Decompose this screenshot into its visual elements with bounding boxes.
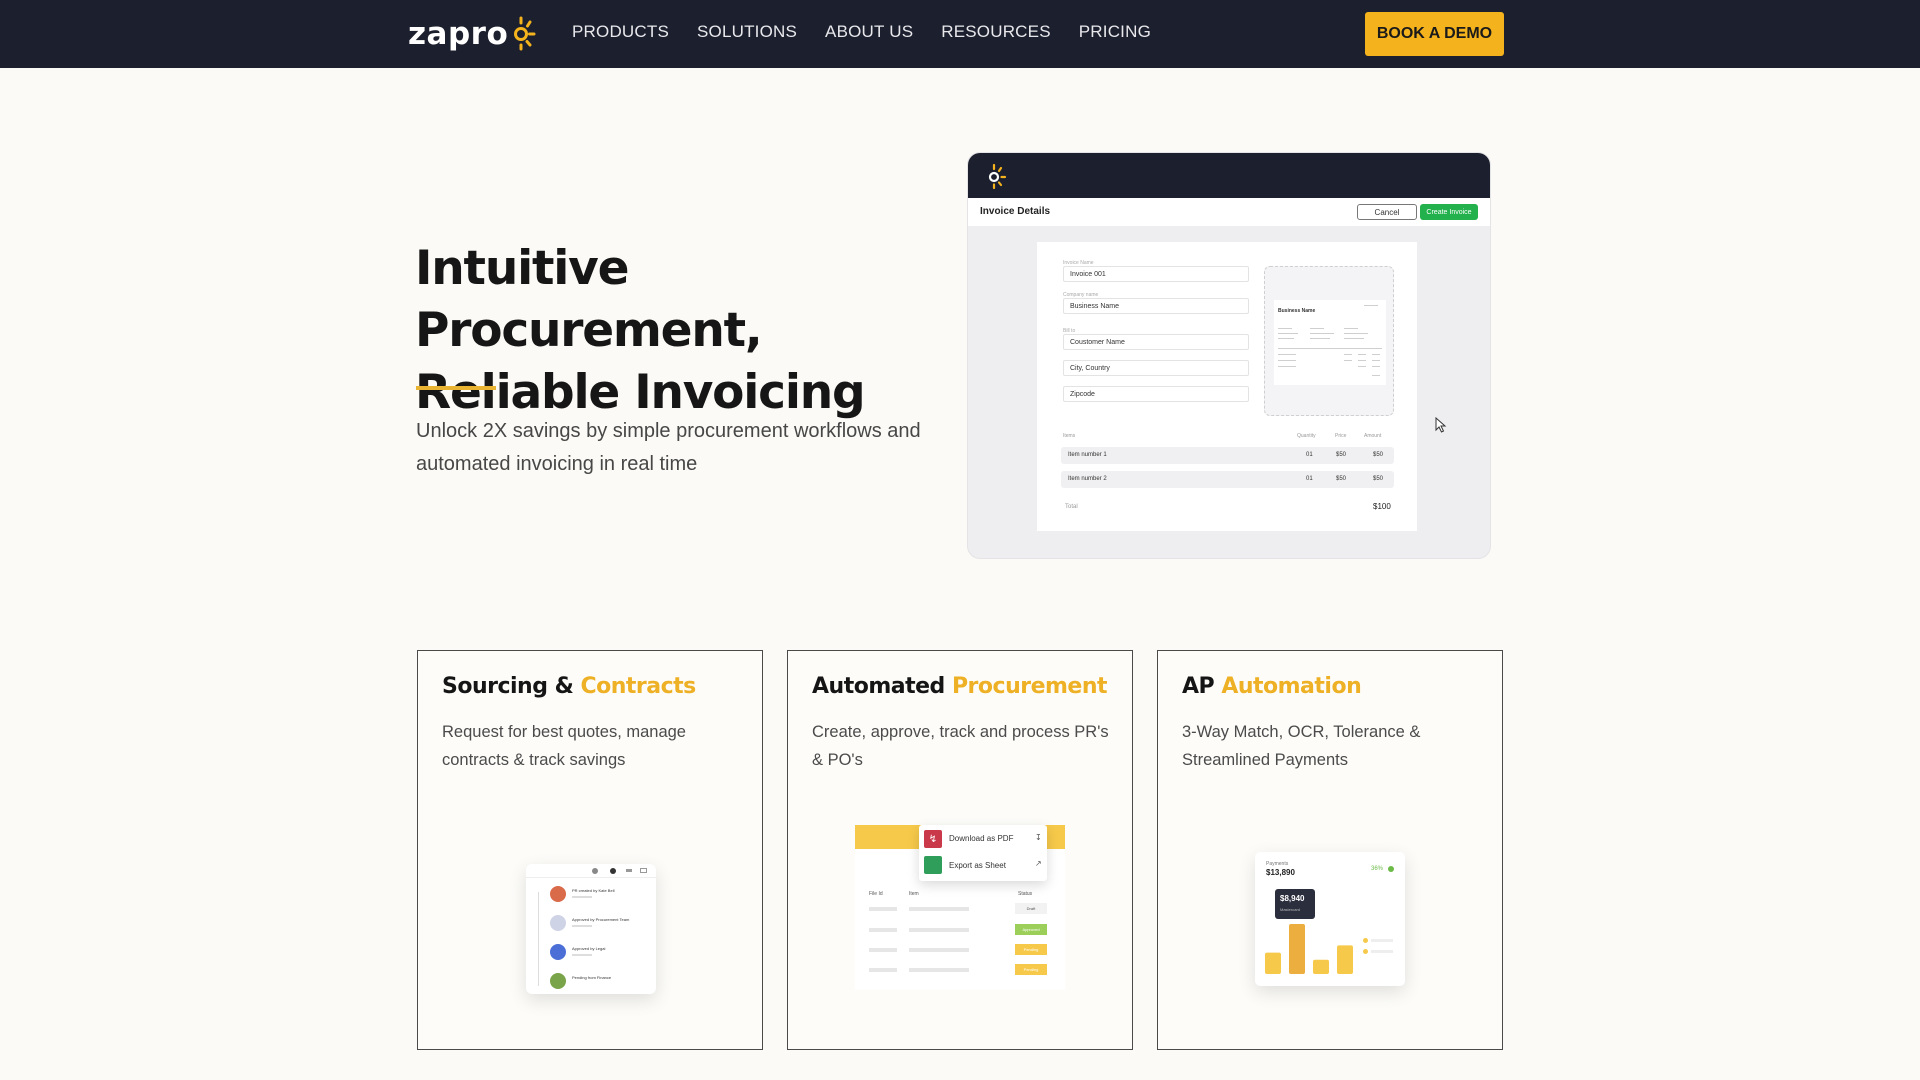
status-header: Status xyxy=(1018,891,1033,897)
card-title: Sourcing & Contracts xyxy=(442,674,696,699)
approval-timeline-illustration: PR created by Kate Bell Approved by Proc… xyxy=(526,864,656,994)
book-demo-button[interactable]: BOOK A DEMO xyxy=(1365,12,1504,56)
card-title-text: Automated xyxy=(812,674,952,699)
timeline-step: PR created by Kate Bell xyxy=(572,888,615,893)
logo-text: zapro xyxy=(408,16,509,52)
trend-up-icon xyxy=(1388,866,1394,872)
hero-title: Intuitive Procurement, Reliable Invoicin… xyxy=(415,238,975,424)
item-price: $50 xyxy=(1336,476,1347,482)
nav-pricing[interactable]: PRICING xyxy=(1079,22,1151,42)
sourcing-contracts-card[interactable]: Sourcing & Contracts Request for best qu… xyxy=(417,650,763,1050)
card-title-text: AP xyxy=(1182,674,1222,699)
card-title: AP Automation xyxy=(1182,674,1362,699)
item-header: Item xyxy=(909,891,919,897)
invoice-name-field[interactable]: Invoice 001 xyxy=(1063,266,1249,282)
invoice-preview-page: Business Name xyxy=(1274,300,1386,385)
city-country-field[interactable]: City, Country xyxy=(1063,360,1249,376)
sun-logo-icon xyxy=(988,163,1007,189)
cancel-button[interactable]: Cancel xyxy=(1357,204,1417,220)
table-row[interactable]: Item number 2 01 $50 $50 xyxy=(1061,471,1394,488)
timeline-step: Approved by Procurement Team xyxy=(572,917,630,922)
mockup-topbar xyxy=(968,153,1490,198)
price-column-header: Price xyxy=(1335,433,1347,439)
external-link-icon: ↗ xyxy=(1035,859,1042,868)
export-menu: ↯ Download as PDF ↧ Export as Sheet ↗ xyxy=(919,825,1047,881)
card-description: Request for best quotes, manage contract… xyxy=(442,723,686,769)
pdf-icon: ↯ xyxy=(924,830,942,848)
chart-bar xyxy=(1289,924,1305,974)
download-pdf-option[interactable]: Download as PDF xyxy=(949,834,1013,843)
sheet-icon xyxy=(924,856,942,874)
item-amount: $50 xyxy=(1373,476,1384,482)
card-description: 3-Way Match, OCR, Tolerance & Streamline… xyxy=(1182,723,1421,769)
item-quantity: 01 xyxy=(1306,452,1313,458)
items-column-header: Items xyxy=(1063,433,1076,439)
table-row[interactable]: Item number 1 01 $50 $50 xyxy=(1061,447,1394,464)
card-title: Automated Procurement xyxy=(812,674,1108,699)
payments-label: Payments xyxy=(1266,861,1289,867)
tooltip-label: Mastercard xyxy=(1280,907,1301,912)
card-title-highlight: Contracts xyxy=(580,674,696,699)
payments-chart-illustration: Payments $13,890 36% $8,940 Mastercard xyxy=(1255,852,1405,986)
hero-subtitle: Unlock 2X savings by simple procurement … xyxy=(416,420,921,475)
company-name-field[interactable]: Business Name xyxy=(1063,298,1249,314)
timeline-step: Pending from Finance xyxy=(572,975,612,980)
mouse-cursor-icon xyxy=(1435,417,1447,433)
nav-about-us[interactable]: ABOUT US xyxy=(825,22,913,42)
top-navigation-bar: zapro PRODUCTS SOLUTIONS ABOUT US RESOUR… xyxy=(0,0,1920,68)
nav-solutions[interactable]: SOLUTIONS xyxy=(697,22,797,42)
item-name: Item number 2 xyxy=(1068,476,1107,482)
zipcode-field[interactable]: Zipcode xyxy=(1063,386,1249,402)
card-description: Create, approve, track and process PR's … xyxy=(812,723,1109,769)
card-title-highlight: Procurement xyxy=(951,674,1108,699)
customer-name-field[interactable]: Coustomer Name xyxy=(1063,334,1249,350)
invoice-header: Invoice Details Cancel Create Invoice xyxy=(968,198,1490,226)
invoice-preview: Business Name xyxy=(1264,266,1394,416)
ap-automation-card[interactable]: AP Automation 3-Way Match, OCR, Toleranc… xyxy=(1157,650,1503,1050)
invoice-form: Invoice Name Invoice 001 Company name Bu… xyxy=(1037,242,1417,531)
chart-bar xyxy=(1337,945,1353,974)
hero-title-line-1: Intuitive Procurement, xyxy=(415,241,763,358)
chart-bar xyxy=(1313,959,1329,974)
card-title-text: Sourcing & xyxy=(442,674,581,699)
zapro-logo[interactable]: zapro xyxy=(408,12,536,56)
preview-business-name: Business Name xyxy=(1278,308,1316,314)
item-quantity: 01 xyxy=(1306,476,1313,482)
export-sheet-option[interactable]: Export as Sheet xyxy=(949,861,1006,870)
invoice-app-mockup: Invoice Details Cancel Create Invoice In… xyxy=(968,153,1490,558)
status-badge: Pending xyxy=(1015,964,1047,975)
tooltip-value: $8,940 xyxy=(1280,894,1305,903)
nav-resources[interactable]: RESOURCES xyxy=(941,22,1051,42)
timeline-step: Approved by Legal xyxy=(572,946,606,951)
main-menu: PRODUCTS SOLUTIONS ABOUT US RESOURCES PR… xyxy=(572,22,1151,42)
card-title-highlight: Automation xyxy=(1221,674,1362,699)
status-badge: Approved xyxy=(1015,924,1047,935)
payments-total: $13,890 xyxy=(1266,868,1295,877)
item-price: $50 xyxy=(1336,452,1347,458)
payments-bar-chart xyxy=(1265,924,1353,974)
export-table-illustration: ↯ Download as PDF ↧ Export as Sheet ↗ Fi… xyxy=(855,825,1065,990)
automated-procurement-card[interactable]: Automated Procurement Create, approve, t… xyxy=(787,650,1133,1050)
create-invoice-button[interactable]: Create Invoice xyxy=(1420,204,1478,220)
file-id-header: File Id xyxy=(869,891,883,897)
hero-divider xyxy=(416,386,496,390)
total-value: $100 xyxy=(1373,502,1391,511)
total-label: Total xyxy=(1065,504,1078,510)
quantity-column-header: Quantity xyxy=(1297,433,1316,439)
sun-logo-icon xyxy=(514,16,536,51)
hero-title-line-2: Reliable Invoicing xyxy=(415,365,866,420)
item-name: Item number 1 xyxy=(1068,452,1107,458)
status-badge: Draft xyxy=(1015,903,1047,914)
status-badge: Pending xyxy=(1015,944,1047,955)
amount-column-header: Amount xyxy=(1364,433,1382,439)
payments-change: 36% xyxy=(1371,866,1384,872)
nav-products[interactable]: PRODUCTS xyxy=(572,22,669,42)
chart-bar xyxy=(1265,952,1281,974)
item-amount: $50 xyxy=(1373,452,1384,458)
chart-tooltip: $8,940 Mastercard xyxy=(1275,889,1315,919)
download-icon: ↧ xyxy=(1035,833,1042,842)
invoice-details-title: Invoice Details xyxy=(980,206,1051,217)
